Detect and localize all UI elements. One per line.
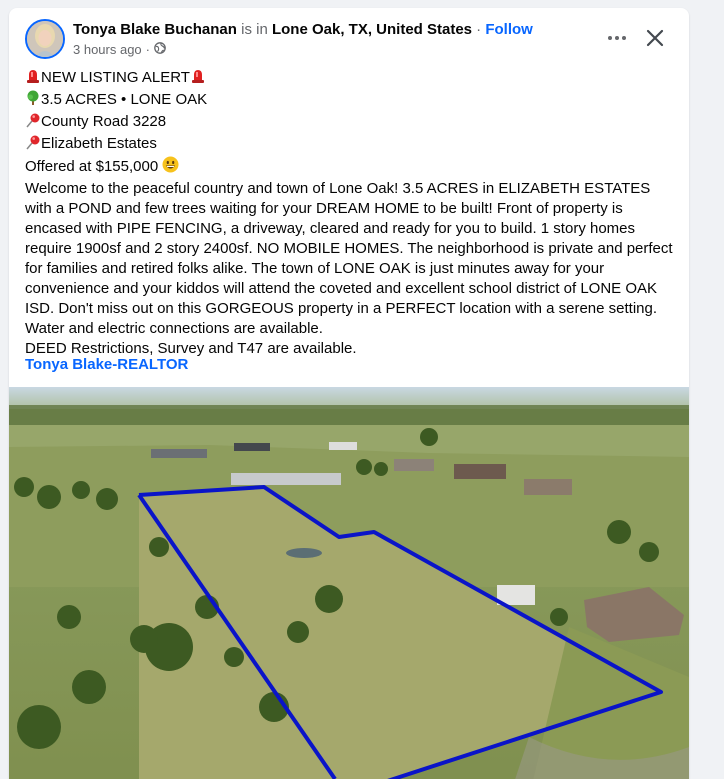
author-name[interactable]: Tonya Blake Buchanan — [73, 21, 237, 38]
close-icon — [646, 29, 664, 47]
separator-dot: · — [472, 21, 486, 38]
pushpin-icon — [25, 134, 41, 156]
follow-button[interactable]: Follow — [485, 21, 533, 38]
location-link[interactable]: Lone Oak, TX, United States — [272, 21, 472, 38]
alert-line: NEW LISTING ALERT — [25, 68, 681, 90]
tree-icon — [25, 90, 41, 112]
more-options-button[interactable] — [601, 22, 633, 54]
signature-link[interactable]: Tonya Blake-REALTOR — [25, 355, 188, 375]
grinning-face-icon — [162, 156, 179, 179]
estates-line: Elizabeth Estates — [25, 134, 681, 156]
road-text: County Road 3228 — [41, 113, 167, 130]
post-header: Tonya Blake Buchanan is in Lone Oak, TX,… — [9, 8, 689, 68]
siren-icon — [25, 68, 41, 90]
post-body: NEW LISTING ALERT 3.5 ACRES • LONE OAK C… — [25, 68, 681, 359]
siren-icon — [190, 68, 206, 90]
meta-separator: · — [145, 42, 151, 57]
offered-text: Offered at $155,000 — [25, 158, 159, 175]
listing-photo[interactable] — [9, 387, 689, 779]
alert-text: NEW LISTING ALERT — [41, 69, 190, 86]
post-timestamp[interactable]: 3 hours ago — [73, 41, 142, 59]
description-text: Welcome to the peaceful country and town… — [25, 180, 673, 337]
post-card: Tonya Blake Buchanan is in Lone Oak, TX,… — [9, 8, 689, 779]
close-button[interactable] — [639, 22, 671, 54]
pushpin-icon — [25, 112, 41, 134]
more-dots-icon — [608, 36, 626, 40]
acres-text: 3.5 ACRES • LONE OAK — [41, 91, 208, 108]
offered-line: Offered at $155,000 — [25, 156, 681, 179]
avatar-photo — [27, 21, 63, 57]
post-meta: 3 hours ago · — [73, 41, 166, 59]
acres-line: 3.5 ACRES • LONE OAK — [25, 90, 681, 112]
is-in-text: is in — [241, 21, 268, 38]
aerial-land-image — [9, 387, 689, 779]
author-line: Tonya Blake Buchanan is in Lone Oak, TX,… — [73, 20, 533, 40]
author-avatar[interactable] — [25, 19, 65, 59]
globe-icon — [154, 41, 166, 59]
estates-text: Elizabeth Estates — [41, 135, 157, 152]
road-line: County Road 3228 — [25, 112, 681, 134]
